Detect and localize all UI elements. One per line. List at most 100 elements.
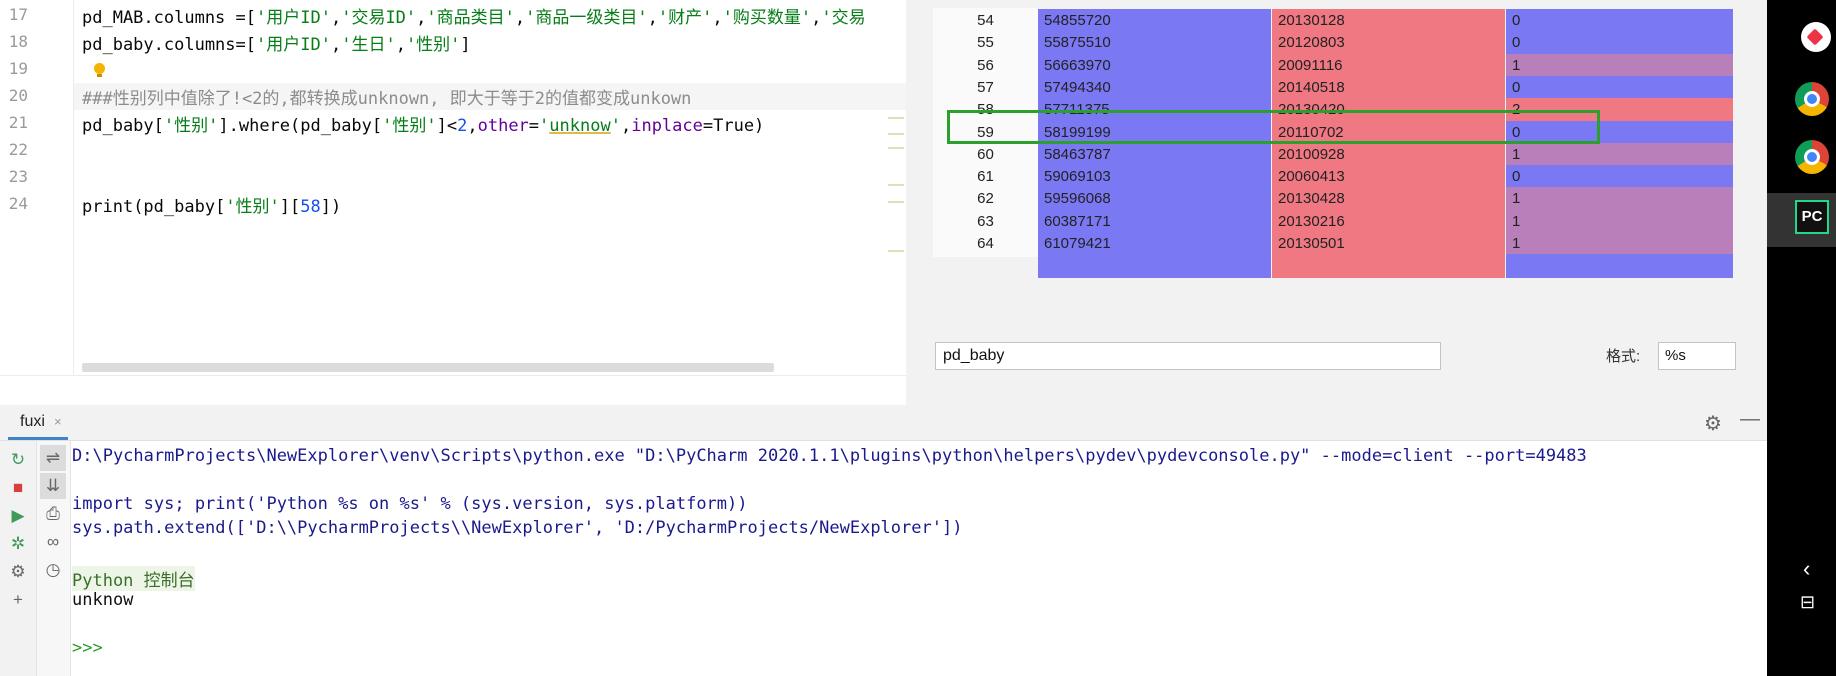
partial-cell — [1272, 254, 1505, 279]
rerun-icon[interactable]: ↻ — [4, 447, 32, 473]
tab-fuxi[interactable]: fuxi × — [8, 406, 68, 440]
code-token: pd_baby.columns=[ — [82, 35, 256, 55]
code-token: ' — [610, 116, 621, 136]
line-number: 21 — [8, 113, 28, 132]
add-icon[interactable]: + — [4, 587, 32, 613]
code-token: print — [82, 197, 134, 217]
code-token: =True) — [702, 116, 765, 136]
code-token: '性别' — [163, 116, 219, 136]
format-label: 格式: — [1606, 348, 1641, 365]
code-token: (pd_baby[ — [133, 197, 226, 217]
code-token: ###性别列中值除了!<2的,都转换成unknown, 即大于等于2的值都变成u… — [82, 89, 692, 109]
soft-wrap-icon[interactable]: ⇌ — [40, 445, 66, 471]
print-icon[interactable]: ⎙ — [40, 501, 66, 527]
scroll-to-end-icon[interactable]: ⇊ — [40, 473, 66, 499]
code-token: ]) — [320, 197, 342, 217]
app-icon[interactable] — [1801, 22, 1831, 52]
code-token: '交易 — [821, 8, 866, 28]
code-line[interactable]: print(pd_baby['性别'][58]) — [82, 192, 341, 217]
run-icon[interactable]: ▶ — [4, 503, 32, 529]
console-output[interactable]: D:\PycharmProjects\NewExplorer\venv\Scri… — [72, 441, 1762, 676]
debug-icon[interactable]: ✲ — [4, 531, 32, 557]
scrollbar-marker — [888, 147, 904, 149]
history-icon[interactable]: ◷ — [40, 557, 66, 583]
line-number: 23 — [8, 167, 28, 186]
console-line: import sys; print('Python %s on %s' % (s… — [72, 494, 748, 514]
code-token: ] — [460, 35, 471, 55]
console-line: sys.path.extend(['D:\\PycharmProjects\\N… — [72, 518, 963, 538]
code-token: other — [477, 116, 529, 136]
view-variables-icon[interactable]: ∞ — [40, 529, 66, 555]
code-token: '商品一级类目' — [525, 8, 648, 28]
line-number: 22 — [8, 140, 28, 159]
pycharm-icon[interactable]: PC — [1795, 200, 1829, 234]
code-token: '财产' — [657, 8, 713, 28]
gear-icon[interactable]: ⚙ — [1704, 411, 1722, 436]
line-number: 17 — [8, 5, 28, 24]
code-token: '性别' — [225, 197, 280, 217]
scrollbar-marker — [888, 117, 904, 119]
run-toolbar: ↻ ■ ▶ ✲ ⚙ + — [0, 441, 37, 676]
windows-taskbar: PC ‹ ⊟ — [1767, 0, 1836, 676]
scrollbar-marker — [888, 133, 904, 135]
code-token: ]< — [436, 116, 458, 136]
code-token: 58 — [300, 197, 321, 217]
chrome-icon[interactable] — [1795, 82, 1829, 116]
code-token: '性别' — [382, 116, 437, 136]
code-line[interactable]: pd_baby['性别'].where(pd_baby['性别']<2,othe… — [82, 111, 764, 136]
network-icon[interactable]: ⊟ — [1800, 592, 1815, 613]
code-token: , — [811, 8, 822, 28]
chrome-icon[interactable] — [1795, 140, 1829, 174]
code-token: pd_baby[ — [82, 116, 164, 136]
code-token: '用户ID' — [256, 35, 331, 55]
code-token: 2 — [457, 116, 468, 136]
code-token: , — [514, 8, 526, 28]
code-token: , — [416, 8, 427, 28]
code-token: pd_MAB.columns =[ — [82, 8, 256, 28]
dataframe-grid[interactable]: 54 54855720 20130128 0 55 55875510 20120803 0 56… — [933, 8, 1733, 306]
code-token: , — [395, 35, 406, 55]
console-line: >>> — [72, 638, 103, 658]
stop-icon[interactable]: ■ — [4, 475, 32, 501]
code-line[interactable]: pd_MAB.columns =['用户ID','交易ID','商品类目','商… — [82, 3, 866, 28]
partial-cell — [1038, 254, 1271, 279]
code-token: , — [467, 116, 478, 136]
highlight-annotation-box — [947, 110, 1600, 144]
scrollbar-marker — [888, 250, 904, 252]
console-line: D:\PycharmProjects\NewExplorer\venv\Scri… — [72, 446, 1587, 466]
close-icon[interactable]: × — [54, 414, 62, 429]
editor-footer — [0, 375, 906, 405]
format-input[interactable]: %s — [1658, 342, 1736, 370]
code-token: , — [330, 35, 342, 55]
run-header: fuxi × ⚙ — — [0, 406, 1767, 441]
table-row-partial — [933, 253, 1733, 279]
line-number: 19 — [8, 59, 28, 78]
horizontal-scrollbar[interactable] — [82, 363, 774, 372]
code-token: '交易ID' — [341, 8, 417, 28]
code-line[interactable]: pd_baby.columns=['用户ID','生日','性别'] — [82, 30, 471, 55]
scrollbar-marker — [888, 184, 904, 186]
settings-icon[interactable]: ⚙ — [4, 559, 32, 585]
code-token: , — [620, 116, 632, 136]
tab-label: fuxi — [20, 413, 45, 430]
code-token: ' — [539, 116, 550, 136]
partial-cell — [1506, 254, 1733, 279]
code-token: , — [330, 8, 342, 28]
code-token: '生日' — [341, 35, 396, 55]
code-token: ].where(pd_baby[ — [218, 116, 383, 136]
intention-bulb-icon[interactable] — [93, 63, 105, 77]
code-token: unknow — [549, 116, 611, 136]
code-editor[interactable]: 17 18 19 20 21 22 23 24 pd_MAB.columns =['用户ID'… — [0, 0, 906, 405]
code-token: , — [712, 8, 723, 28]
line-number: 18 — [8, 32, 28, 51]
dataframe-name-input[interactable]: pd_baby — [935, 342, 1441, 370]
code-token: = — [528, 116, 540, 136]
data-viewer: 54 54855720 20130128 0 55 55875510 20120803 0 56… — [907, 0, 1767, 405]
code-token: inplace — [631, 116, 703, 136]
code-token: '购买数量' — [722, 8, 812, 28]
code-line[interactable]: ###性别列中值除了!<2的,都转换成unknown, 即大于等于2的值都变成u… — [82, 84, 691, 109]
line-number: 24 — [8, 194, 28, 213]
minimize-icon[interactable]: — — [1740, 408, 1760, 431]
chevron-left-icon[interactable]: ‹ — [1803, 556, 1810, 582]
code-token: '性别' — [405, 35, 461, 55]
